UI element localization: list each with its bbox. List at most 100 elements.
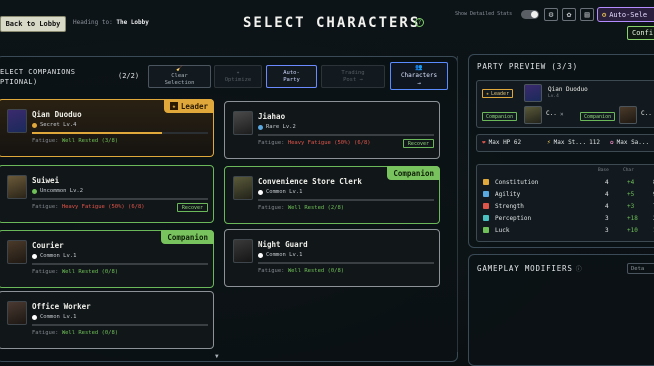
character-card[interactable]: Qian Duoduo Secret Lv.4 Fatigue: Well Re… bbox=[0, 99, 214, 157]
rank-label: Uncommon Lv.2 bbox=[40, 188, 84, 194]
avatar bbox=[524, 84, 542, 102]
recover-button[interactable]: Recover bbox=[176, 203, 208, 212]
shield-icon bbox=[483, 179, 489, 187]
character-card[interactable]: Office Worker Common Lv.1 Fatigue: Well … bbox=[0, 291, 214, 349]
heading-prefix: Heading to: bbox=[73, 19, 113, 26]
fatigue-bar bbox=[258, 134, 434, 136]
remove-icon[interactable]: × bbox=[560, 111, 564, 118]
auto-label-1: Auto- bbox=[283, 69, 300, 76]
broom-icon: 🧹 bbox=[176, 66, 183, 72]
fatigue-status: Fatigue: Well Rested (0/8) bbox=[258, 268, 344, 274]
attribute-row: Perception 3 +18 21 bbox=[483, 213, 654, 225]
companion-tag-label: Companion bbox=[486, 113, 514, 120]
character-name: Office Worker bbox=[32, 302, 91, 311]
companion-tag-label: Companion bbox=[393, 168, 434, 178]
fatigue-bar bbox=[32, 198, 208, 200]
max-stamina-value: 112 bbox=[589, 139, 600, 146]
star-icon: ★ bbox=[169, 102, 178, 110]
back-to-lobby-button[interactable]: Back to Lobby bbox=[0, 16, 66, 32]
attribute-row: Agility 4 +5 9 bbox=[483, 189, 654, 201]
optimize-button[interactable]: ✦ Optimize bbox=[214, 65, 262, 88]
avatar bbox=[7, 240, 27, 264]
fatigue-label: Fatigue: bbox=[32, 138, 59, 144]
base-header: Base bbox=[598, 168, 609, 173]
attribute-bonus: +10 bbox=[627, 227, 638, 234]
character-rank: Common Lv.1 bbox=[32, 314, 76, 320]
details-label: Deta bbox=[631, 265, 645, 272]
scrollbar[interactable] bbox=[457, 56, 458, 352]
attribute-base: 4 bbox=[605, 203, 609, 210]
leader-name: Qian Duoduo bbox=[548, 86, 588, 93]
characters-label-1: Characters bbox=[400, 72, 438, 79]
characters-label-2: → bbox=[417, 80, 421, 87]
auto-party-button[interactable]: Auto- Party bbox=[266, 65, 317, 88]
rank-label: Common Lv.1 bbox=[40, 253, 77, 259]
show-stats-label: Show Detailed Stats bbox=[455, 11, 513, 17]
confirm-button[interactable]: Confi bbox=[627, 26, 654, 40]
character-name: Jiahao bbox=[258, 112, 286, 121]
fatigue-label: Fatigue: bbox=[32, 330, 59, 336]
auto-select-label: Auto-Sele bbox=[609, 10, 648, 19]
character-name: Convenience Store Clerk bbox=[258, 177, 362, 186]
party-stats: ❤ Max HP 62 ⚡ Max St... 112 ✿ Max Sa... bbox=[476, 134, 654, 152]
avatar bbox=[524, 106, 542, 124]
attribute-base: 3 bbox=[605, 227, 609, 234]
details-button[interactable]: Deta bbox=[627, 263, 654, 274]
scroll-down-icon[interactable]: ▼ bbox=[215, 353, 219, 360]
character-name: Suiwei bbox=[32, 176, 60, 185]
clear-selection-button[interactable]: 🧹 Clear Selection bbox=[148, 65, 211, 88]
companions-heading-line2: PTIONAL) bbox=[0, 78, 38, 86]
rarity-dot bbox=[258, 252, 263, 258]
rarity-dot bbox=[32, 188, 37, 194]
leader-tag-label: Leader bbox=[180, 101, 208, 111]
fatigue-value: Well Rested (0/8) bbox=[61, 269, 119, 275]
attribute-base: 4 bbox=[605, 179, 609, 186]
character-name: Courier bbox=[32, 241, 64, 250]
fatigue-label: Fatigue: bbox=[258, 268, 285, 274]
clover-icon bbox=[483, 227, 489, 235]
max-hp-label: Max HP 62 bbox=[488, 139, 522, 146]
rank-label: Common Lv.1 bbox=[266, 189, 303, 195]
characters-button[interactable]: 👥 Characters → bbox=[390, 62, 448, 90]
heart-icon: ❤ bbox=[482, 139, 486, 146]
help-icon[interactable]: ? bbox=[415, 18, 424, 27]
character-card[interactable]: Night Guard Common Lv.1 Fatigue: Well Re… bbox=[224, 229, 440, 287]
auto-label-2: Party bbox=[283, 76, 300, 83]
bookmark-icon[interactable]: ▤ bbox=[580, 8, 594, 21]
fatigue-status: Fatigue: Well Rested (0/8) bbox=[32, 269, 118, 275]
auto-select-button[interactable]: ⚙ Auto-Sele bbox=[597, 7, 654, 22]
trading-label-2: Post → bbox=[343, 76, 363, 83]
character-name: Qian Duoduo bbox=[32, 110, 82, 119]
character-card[interactable]: Jiahao Rare Lv.2 Fatigue: Heavy Fatigue … bbox=[224, 101, 440, 159]
detailed-stats-toggle[interactable] bbox=[521, 10, 539, 19]
character-card[interactable]: Courier Common Lv.1 Fatigue: Well Rested… bbox=[0, 230, 214, 288]
character-rank: Secret Lv.4 bbox=[32, 122, 76, 128]
settings-icon[interactable]: ⚙ bbox=[544, 8, 558, 21]
character-card[interactable]: Suiwei Uncommon Lv.2 Fatigue: Heavy Fati… bbox=[0, 165, 214, 223]
attribute-row: Constitution 4 +4 8 bbox=[483, 177, 654, 189]
rank-label: Common Lv.1 bbox=[40, 314, 77, 320]
gear-icon[interactable]: ✿ bbox=[562, 8, 576, 21]
recover-button[interactable]: Recover bbox=[402, 139, 434, 148]
gameplay-modifiers-title: GAMEPLAY MODIFIERS ⓘ bbox=[477, 264, 583, 273]
fatigue-status: Fatigue: Heavy Fatigue (50%) (6/8) bbox=[32, 204, 145, 210]
fatigue-bar bbox=[258, 262, 434, 264]
brain-icon: ✿ bbox=[610, 139, 614, 146]
fatigue-status: Fatigue: Well Rested (3/8) bbox=[32, 138, 118, 144]
info-icon[interactable]: ⓘ bbox=[576, 264, 583, 273]
fatigue-label: Fatigue: bbox=[32, 269, 59, 275]
attribute-row: Luck 3 +10 13 bbox=[483, 225, 654, 237]
character-card[interactable]: Convenience Store Clerk Common Lv.1 Fati… bbox=[224, 166, 440, 224]
attribute-bonus: +3 bbox=[627, 203, 635, 210]
attribute-bonus: +4 bbox=[627, 179, 635, 186]
companion-tag-label: Companion bbox=[584, 113, 612, 120]
rank-label: Rare Lv.2 bbox=[266, 124, 296, 130]
people-icon: 👥 bbox=[415, 64, 423, 71]
max-hp: ❤ Max HP 62 bbox=[482, 139, 521, 146]
lightning-icon: ⚡ bbox=[547, 139, 551, 146]
trading-post-button[interactable]: Trading Post → bbox=[321, 65, 385, 88]
companion-name: C.. bbox=[546, 110, 557, 117]
companions-heading: ELECT COMPANIONS PTIONAL) bbox=[0, 67, 75, 87]
leader-tag-label: Leader bbox=[491, 90, 510, 97]
clear-label-1: Clear bbox=[171, 73, 188, 79]
